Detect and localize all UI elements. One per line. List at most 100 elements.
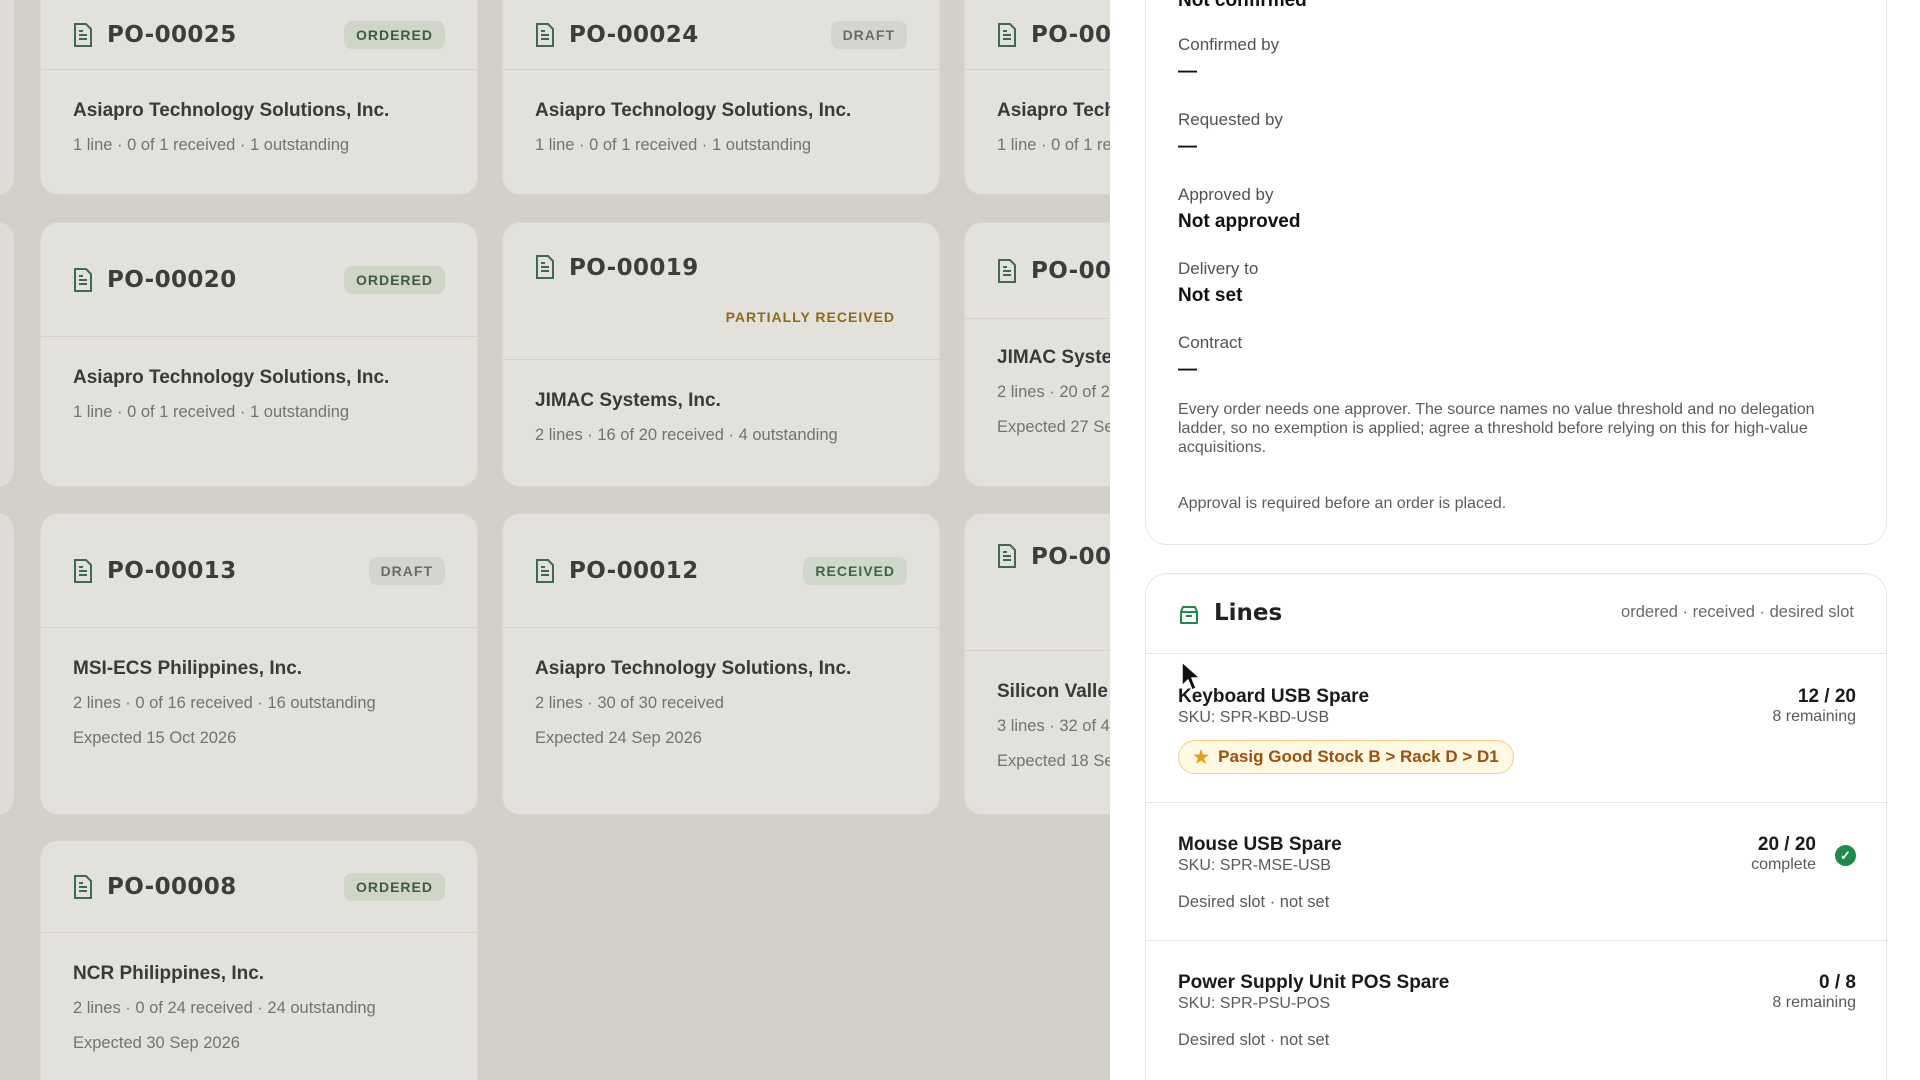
document-icon bbox=[998, 23, 1016, 47]
item-name: Mouse USB Spare bbox=[1178, 834, 1342, 855]
line-summary: 2 lines · 0 of 16 received · 16 outstand… bbox=[73, 694, 376, 712]
lines-header: Lines ordered · received · desired slot bbox=[1146, 574, 1886, 654]
po-card[interactable]: PO-00 JIMAC Syste 2 lines · 20 of 2 Expe… bbox=[964, 222, 1110, 487]
vendor-name: Asiapro Tech bbox=[997, 100, 1110, 121]
field-value: — bbox=[1178, 136, 1197, 157]
expected-date: Expected 15 Oct 2026 bbox=[73, 729, 237, 747]
status-badge: DRAFT bbox=[368, 556, 445, 585]
po-card[interactable]: PO-00019 PARTIALLY RECEIVED JIMAC System… bbox=[502, 222, 940, 487]
item-sku: SKU: SPR-MSE-USB bbox=[1178, 857, 1331, 874]
field-value: — bbox=[1178, 61, 1197, 82]
item-quantity: 12 / 20 bbox=[1797, 686, 1856, 707]
vendor-name: Asiapro Technology Solutions, Inc. bbox=[73, 367, 390, 388]
po-card[interactable]: PO-00 Silicon Valle 3 lines · 32 of 4 Ex… bbox=[964, 513, 1110, 815]
po-number: PO-00008 bbox=[107, 873, 237, 900]
po-card[interactable]: PO-00020 ORDERED Asiapro Technology Solu… bbox=[40, 222, 478, 487]
mouse-pointer-icon bbox=[1181, 661, 1201, 691]
line-summary: 3 lines · 32 of 4 bbox=[997, 717, 1110, 735]
po-card[interactable]: PO-00 Asiapro Tech 1 line · 0 of 1 re bbox=[964, 0, 1110, 195]
document-icon bbox=[74, 874, 92, 899]
purchase-order-grid: PO-00025 ORDERED Asiapro Technology Solu… bbox=[0, 0, 1110, 1080]
po-card[interactable]: PO-00013 DRAFT MSI-ECS Philippines, Inc.… bbox=[40, 513, 478, 815]
field-value: Not set bbox=[1178, 285, 1243, 306]
card-edge bbox=[0, 513, 14, 815]
status-badge: PARTIALLY RECEIVED bbox=[725, 309, 895, 325]
card-edge bbox=[0, 222, 14, 487]
vendor-name: MSI-ECS Philippines, Inc. bbox=[73, 658, 303, 679]
line-summary: 2 lines · 30 of 30 received bbox=[535, 694, 724, 712]
field-value: — bbox=[1178, 359, 1197, 380]
expected-date: Expected 27 Se bbox=[997, 418, 1110, 436]
po-number: PO-00020 bbox=[107, 266, 237, 293]
document-icon bbox=[74, 558, 92, 583]
package-icon bbox=[1180, 606, 1198, 624]
po-number: PO-00012 bbox=[569, 557, 699, 584]
field-value: Not approved bbox=[1178, 211, 1301, 232]
document-icon bbox=[998, 544, 1016, 568]
desired-slot-chip[interactable]: ★ Pasig Good Stock B > Rack D > D1 bbox=[1178, 740, 1514, 774]
line-summary: 1 line · 0 of 1 received · 1 outstanding bbox=[73, 403, 350, 421]
item-status: complete bbox=[1751, 856, 1816, 873]
document-icon bbox=[536, 23, 554, 47]
po-card[interactable]: PO-00008 ORDERED NCR Philippines, Inc. 2… bbox=[40, 840, 478, 1080]
line-item[interactable]: Mouse USB Spare SKU: SPR-MSE-USB 20 / 20… bbox=[1146, 803, 1888, 941]
lines-title: Lines bbox=[1214, 600, 1283, 626]
expected-date: Expected 24 Sep 2026 bbox=[535, 729, 702, 747]
line-item[interactable]: Power Supply Unit POS Spare SKU: SPR-PSU… bbox=[1146, 941, 1888, 1079]
vendor-name: NCR Philippines, Inc. bbox=[73, 963, 265, 984]
po-card[interactable]: PO-00025 ORDERED Asiapro Technology Solu… bbox=[40, 0, 478, 195]
document-icon bbox=[536, 558, 554, 583]
field-label: Requested by bbox=[1178, 110, 1283, 129]
slot-path: Pasig Good Stock B > Rack D > D1 bbox=[1218, 747, 1499, 766]
po-number: PO-00019 bbox=[569, 255, 699, 281]
item-name: Keyboard USB Spare bbox=[1178, 686, 1370, 707]
field-label: Delivery to bbox=[1178, 259, 1259, 278]
contract-field: Contract — bbox=[1178, 333, 1242, 381]
item-sku: SKU: SPR-KBD-USB bbox=[1178, 709, 1330, 726]
card-edge bbox=[0, 0, 14, 195]
document-icon bbox=[74, 267, 92, 292]
line-summary: 2 lines · 20 of 2 bbox=[997, 383, 1110, 401]
po-number: PO-00 bbox=[1031, 257, 1110, 284]
line-summary: 2 lines · 0 of 24 received · 24 outstand… bbox=[73, 999, 376, 1017]
item-remaining: 8 remaining bbox=[1772, 708, 1856, 725]
po-number: PO-00025 bbox=[107, 22, 237, 48]
item-name: Power Supply Unit POS Spare bbox=[1178, 972, 1450, 993]
confirmation-status: Not confirmed bbox=[1178, 0, 1307, 11]
item-quantity: 20 / 20 bbox=[1757, 834, 1816, 855]
approval-details-card: Not confirmed Confirmed by — Requested b… bbox=[1145, 0, 1887, 545]
po-card[interactable]: PO-00024 DRAFT Asiapro Technology Soluti… bbox=[502, 0, 940, 195]
status-badge: ORDERED bbox=[343, 872, 445, 901]
status-badge: DRAFT bbox=[830, 21, 907, 49]
po-detail-panel: Not confirmed Confirmed by — Requested b… bbox=[1110, 0, 1920, 1080]
po-number: PO-00013 bbox=[107, 557, 237, 584]
star-icon: ★ bbox=[1193, 746, 1210, 767]
approval-required-note: Approval is required before an order is … bbox=[1178, 495, 1507, 512]
line-item[interactable]: Keyboard USB Spare SKU: SPR-KBD-USB 12 /… bbox=[1146, 654, 1888, 803]
status-badge: RECEIVED bbox=[803, 556, 907, 585]
expected-date: Expected 18 Se bbox=[997, 752, 1110, 770]
approver-policy-note: Every order needs one approver. The sour… bbox=[1178, 401, 1815, 456]
lines-legend: ordered · received · desired slot bbox=[1621, 603, 1854, 621]
check-circle-icon: ✓ bbox=[1835, 845, 1856, 866]
document-icon bbox=[74, 23, 92, 47]
vendor-name: Asiapro Technology Solutions, Inc. bbox=[73, 100, 390, 121]
field-label: Approved by bbox=[1178, 185, 1274, 204]
desired-slot: Desired slot · not set bbox=[1178, 893, 1330, 911]
lines-card: Lines ordered · received · desired slot … bbox=[1145, 573, 1888, 1080]
line-summary: 1 line · 0 of 1 received · 1 outstanding bbox=[535, 136, 812, 154]
document-icon bbox=[536, 255, 554, 279]
confirmed-by-field: Confirmed by — bbox=[1178, 35, 1279, 83]
approved-by-field: Approved by Not approved bbox=[1178, 185, 1300, 233]
po-card[interactable]: PO-00012 RECEIVED Asiapro Technology Sol… bbox=[502, 513, 940, 815]
requested-by-field: Requested by — bbox=[1178, 110, 1283, 158]
line-summary: 1 line · 0 of 1 re bbox=[997, 136, 1110, 154]
item-remaining: 8 remaining bbox=[1772, 994, 1856, 1011]
po-number: PO-00 bbox=[1031, 544, 1110, 570]
vendor-name: Asiapro Technology Solutions, Inc. bbox=[535, 658, 852, 679]
status-badge: ORDERED bbox=[343, 265, 445, 294]
field-label: Contract bbox=[1178, 333, 1243, 352]
vendor-name: Silicon Valle bbox=[997, 681, 1108, 702]
vendor-name: JIMAC Systems, Inc. bbox=[535, 390, 721, 411]
desired-slot: Desired slot · not set bbox=[1178, 1031, 1330, 1049]
